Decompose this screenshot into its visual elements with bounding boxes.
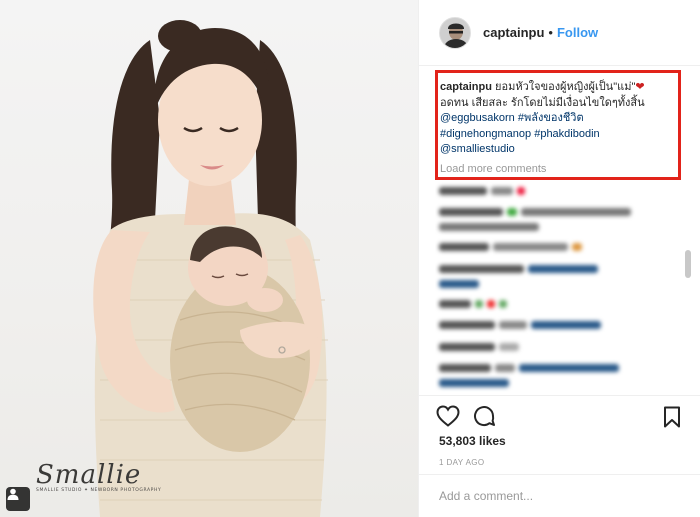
hashtag-link[interactable]: #พลังของชีวิต [518, 112, 584, 124]
hashtag-link[interactable]: #phakdibodin [534, 128, 599, 140]
post-header: captainpu • Follow [419, 0, 700, 66]
blurred-comment [439, 206, 631, 218]
avatar[interactable] [439, 16, 471, 49]
blurred-comment [439, 221, 539, 233]
caption-username[interactable]: captainpu [440, 81, 492, 93]
post-photo[interactable]: Smallie SMALLIE STUDIO ✦ NEWBORN PHOTOGR… [0, 0, 418, 517]
caption-highlight-box: captainpu ยอมหัวใจของผู้หญิงผู้เป็น"แม่"… [435, 70, 681, 180]
post-username[interactable]: captainpu [483, 25, 544, 40]
comments-section[interactable]: captainpu ยอมหัวใจของผู้หญิงผู้เป็น"แม่"… [435, 70, 693, 392]
blurred-comment [439, 362, 619, 374]
separator-dot: • [548, 25, 553, 40]
blurred-comment [439, 377, 509, 389]
bookmark-icon[interactable] [659, 404, 685, 430]
post-timestamp[interactable]: 1 DAY AGO [439, 458, 485, 467]
hashtag-link[interactable]: #dignehongmanop [440, 128, 531, 140]
post-side-panel: captainpu • Follow captainpu ยอมหัวใจของ… [418, 0, 700, 517]
comments-scrollbar[interactable] [685, 250, 691, 278]
heart-icon[interactable] [435, 403, 461, 429]
caption-line-2: อดทน เสียสละ รักโดยไม่มีเงื่อนไขใดๆทั้งส… [440, 96, 645, 109]
add-comment-bar [419, 474, 700, 517]
mother-and-baby-photo [93, 20, 328, 517]
post-actions-bar [419, 395, 700, 435]
likes-count[interactable]: 53,803 likes [439, 434, 506, 448]
blurred-comment [439, 298, 507, 310]
watermark-subtitle: SMALLIE STUDIO ✦ NEWBORN PHOTOGRAPHY [36, 488, 162, 493]
mention-link[interactable]: @eggbusakorn [440, 112, 515, 124]
blurred-comment [439, 241, 582, 253]
photographer-watermark: Smallie SMALLIE STUDIO ✦ NEWBORN PHOTOGR… [36, 460, 162, 493]
speech-bubble-icon[interactable] [471, 403, 497, 429]
person-tag-icon[interactable] [6, 487, 30, 511]
mention-link[interactable]: @smalliestudio [440, 142, 678, 158]
blurred-comment [439, 263, 598, 275]
watermark-logo-text: Smallie [36, 460, 142, 490]
caption-line-1: ยอมหัวใจของผู้หญิงผู้เป็น"แม่" [495, 81, 636, 93]
comment-input[interactable] [439, 489, 679, 503]
caption-text: captainpu ยอมหัวใจของผู้หญิงผู้เป็น"แม่"… [440, 80, 678, 158]
follow-button[interactable]: Follow [557, 25, 598, 40]
blurred-comment [439, 185, 525, 197]
blurred-comment [439, 278, 479, 290]
load-more-comments-button[interactable]: Load more comments [440, 163, 678, 175]
blurred-comment [439, 341, 519, 353]
blurred-comment [439, 319, 601, 331]
